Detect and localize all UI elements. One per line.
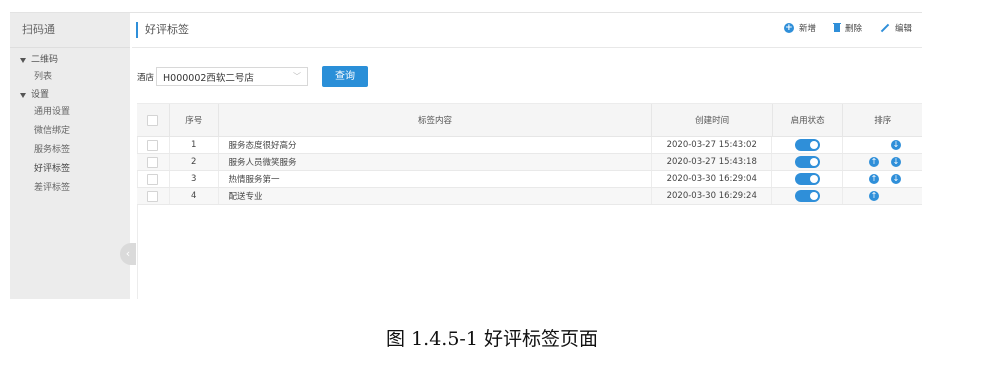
hotel-select-value: H000002西软二号店	[163, 72, 254, 84]
delete-button-label: 删除	[844, 24, 862, 34]
select-all-checkbox[interactable]	[147, 114, 159, 126]
row-content: 服务人员微笑服务	[217, 154, 652, 170]
row-content: 配送专业	[217, 188, 652, 204]
sidebar-menu: 二维码 列表 设置 通用设置 微信绑定 服务标签 好评标签 差评标签	[10, 48, 130, 198]
app-name: 扫码通	[10, 13, 130, 48]
chevron-down-icon: ﹀	[293, 72, 302, 81]
table-row[interactable]: 4 配送专业 2020-03-30 16:29:24 ↑	[137, 188, 922, 205]
arrow-up-icon[interactable]: ↑	[868, 191, 879, 201]
add-button[interactable]: + 新增	[783, 22, 816, 34]
table-row[interactable]: 1 服务态度很好高分 2020-03-27 15:43:02 ↓	[137, 137, 922, 154]
sort-controls: ↑ ↓	[843, 171, 922, 187]
edit-button[interactable]: 编辑	[880, 22, 912, 34]
figure-caption: 图 1.4.5-1 好评标签页面	[386, 328, 598, 350]
row-status-cell	[771, 188, 842, 204]
col-header-created: 创建时间	[651, 104, 771, 136]
row-sort-cell: ↓	[841, 137, 922, 153]
sidebar-item-negative-tags[interactable]: 差评标签	[10, 179, 130, 198]
select-all-cell	[137, 104, 169, 136]
page-header: 好评标签 + 新增 删除 编辑	[132, 13, 922, 48]
col-header-status: 启用状态	[771, 104, 843, 136]
col-header-no: 序号	[168, 104, 218, 136]
status-toggle[interactable]	[794, 173, 820, 185]
sidebar-item-positive-tags[interactable]: 好评标签	[10, 160, 130, 179]
row-check-cell	[137, 171, 169, 187]
sidebar-item-service-tags[interactable]: 服务标签	[10, 141, 130, 160]
row-content: 服务态度很好高分	[217, 137, 652, 153]
row-no: 2	[168, 154, 218, 170]
row-check-cell	[137, 188, 169, 204]
filter-bar: 酒店 H000002西软二号店 ﹀ 查询	[137, 66, 369, 87]
sidebar: 扫码通 二维码 列表 设置 通用设置 微信绑定 服务标签 好评标签 差评标签 ‹	[10, 13, 136, 299]
main-content: 好评标签 + 新增 删除 编辑 酒店 H000002西软二号店 ﹀ 查询 序号 …	[132, 13, 922, 299]
sidebar-item-general-settings[interactable]: 通用设置	[10, 103, 130, 122]
query-button[interactable]: 查询	[322, 66, 369, 87]
arrow-up-icon[interactable]: ↑	[868, 174, 879, 184]
row-status-cell	[771, 171, 842, 187]
row-no: 1	[168, 137, 218, 153]
sort-controls: ↑ ↓	[843, 154, 922, 170]
app-window: 扫码通 二维码 列表 设置 通用设置 微信绑定 服务标签 好评标签 差评标签 ‹…	[10, 12, 922, 299]
sidebar-group-settings[interactable]: 设置	[10, 87, 130, 103]
arrow-up-icon[interactable]: ↑	[868, 157, 879, 167]
row-sort-cell: ↑	[841, 188, 922, 204]
row-created: 2020-03-27 15:43:18	[651, 154, 771, 170]
sort-controls: ↓	[843, 137, 922, 153]
col-header-sort: 排序	[842, 104, 922, 136]
trash-icon	[832, 23, 841, 32]
row-sort-cell: ↑ ↓	[841, 171, 922, 187]
delete-button[interactable]: 删除	[832, 22, 862, 34]
row-created: 2020-03-30 16:29:24	[651, 188, 771, 204]
arrow-down-icon[interactable]: ↓	[890, 174, 901, 184]
row-status-cell	[771, 154, 842, 170]
sidebar-group-qrcode[interactable]: 二维码	[10, 52, 130, 68]
table-row[interactable]: 3 热情服务第一 2020-03-30 16:29:04 ↑ ↓	[137, 171, 922, 188]
row-content: 热情服务第一	[217, 171, 652, 187]
add-button-label: 新增	[798, 24, 816, 34]
sidebar-item-wechat-binding[interactable]: 微信绑定	[10, 122, 130, 141]
sidebar-group-label: 二维码	[31, 55, 59, 65]
edit-button-label: 编辑	[894, 24, 912, 34]
pencil-icon	[880, 23, 890, 33]
title-accent-bar	[136, 22, 138, 38]
caret-down-icon	[20, 92, 26, 98]
table-row[interactable]: 2 服务人员微笑服务 2020-03-27 15:43:18 ↑ ↓	[137, 154, 922, 171]
row-checkbox[interactable]	[147, 139, 159, 151]
row-checkbox[interactable]	[147, 156, 159, 168]
sidebar-group-label: 设置	[31, 90, 50, 100]
arrow-down-icon[interactable]: ↓	[890, 157, 901, 167]
arrow-down-icon[interactable]: ↓	[890, 140, 901, 150]
hotel-select[interactable]: H000002西软二号店 ﹀	[156, 67, 309, 86]
row-checkbox[interactable]	[147, 190, 159, 202]
plus-circle-icon: +	[783, 23, 794, 33]
hotel-label: 酒店	[137, 72, 155, 83]
status-toggle[interactable]	[794, 156, 820, 168]
toolbar: + 新增 删除 编辑	[783, 22, 912, 34]
row-created: 2020-03-27 15:43:02	[651, 137, 771, 153]
row-check-cell	[137, 154, 169, 170]
status-toggle[interactable]	[794, 139, 820, 151]
row-checkbox[interactable]	[147, 173, 159, 185]
row-created: 2020-03-30 16:29:04	[651, 171, 771, 187]
row-status-cell	[771, 137, 842, 153]
status-toggle[interactable]	[794, 190, 820, 202]
row-no: 3	[168, 171, 218, 187]
col-header-content: 标签内容	[217, 104, 652, 136]
table-header: 序号 标签内容 创建时间 启用状态 排序	[137, 103, 922, 137]
tags-table: 序号 标签内容 创建时间 启用状态 排序 1 服务态度很好高分 2020-03-…	[137, 103, 922, 205]
row-no: 4	[168, 188, 218, 204]
caret-down-icon	[20, 57, 26, 63]
sidebar-item-list[interactable]: 列表	[10, 68, 130, 87]
page-title: 好评标签	[145, 23, 189, 36]
row-check-cell	[137, 137, 169, 153]
row-sort-cell: ↑ ↓	[841, 154, 922, 170]
sort-controls: ↑	[843, 188, 922, 204]
